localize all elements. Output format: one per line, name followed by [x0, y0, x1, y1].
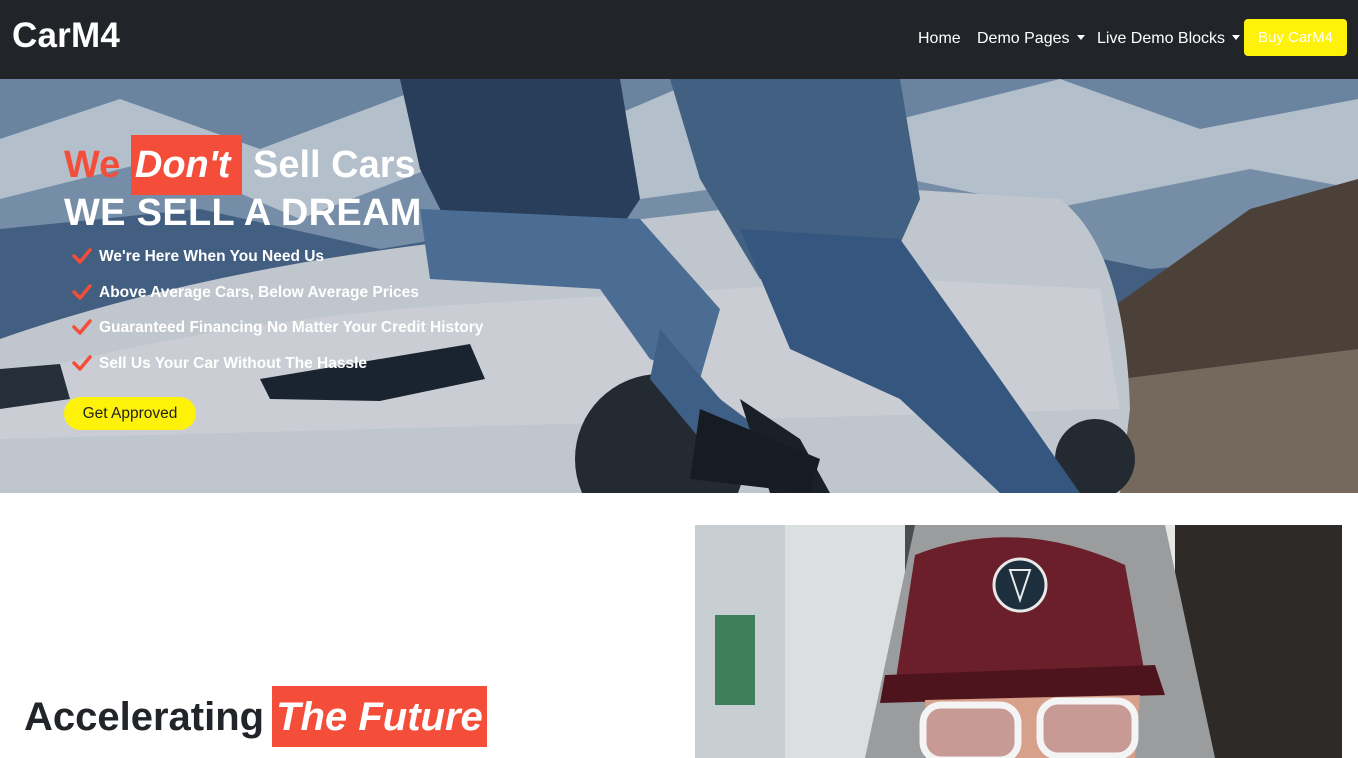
portrait-illustration [695, 525, 1342, 758]
nav-link-demo-pages-label: Demo Pages [977, 30, 1070, 47]
list-item: Guaranteed Financing No Matter Your Cred… [64, 316, 483, 352]
feature-text: We're Here When You Need Us [99, 248, 325, 265]
check-icon [72, 319, 92, 335]
hero-title-highlight: Don't [130, 135, 243, 195]
section-heading: Accelerating The Future [24, 686, 487, 748]
list-item: Above Average Cars, Below Average Prices [64, 281, 483, 317]
hero-title: We Don't Sell Cars [64, 135, 483, 195]
feature-text: Guaranteed Financing No Matter Your Cred… [99, 319, 484, 336]
check-icon [72, 248, 92, 264]
chevron-down-icon [1232, 35, 1241, 40]
feature-text: Above Average Cars, Below Average Prices [99, 283, 419, 301]
hero-subtitle: WE SELL A DREAM [64, 192, 422, 234]
section-heading-text: Accelerating [24, 695, 265, 739]
list-item: We're Here When You Need Us [64, 245, 483, 281]
navbar: CarM4 Home Demo Pages Live Demo Blocks B… [0, 0, 1358, 79]
check-icon [72, 354, 92, 371]
hero-section: We Don't Sell Cars WE SELL A DREAM We're… [0, 79, 1358, 493]
get-approved-button[interactable]: Get Approved [64, 397, 196, 430]
hero-title-rest: Sell Cars [253, 144, 416, 186]
nav-link-live-demo-blocks[interactable]: Live Demo Blocks [1097, 30, 1241, 48]
portrait-image [695, 525, 1342, 758]
feature-text: Sell Us Your Car Without The Hassle [99, 354, 368, 372]
nav-link-home[interactable]: Home [918, 30, 961, 48]
list-item: Sell Us Your Car Without The Hassle [64, 352, 483, 388]
hero-content: We Don't Sell Cars WE SELL A DREAM We're… [64, 135, 483, 387]
buy-carm4-button[interactable]: Buy CarM4 [1244, 19, 1347, 56]
brand-logo[interactable]: CarM4 [12, 16, 120, 56]
section-heading-highlight: The Future [272, 686, 487, 747]
feature-list: We're Here When You Need Us Above Averag… [64, 245, 483, 387]
hero-title-we: We [64, 144, 121, 186]
nav-link-live-demo-blocks-label: Live Demo Blocks [1097, 30, 1226, 47]
check-icon [72, 283, 92, 300]
nav-link-home-label: Home [918, 30, 961, 47]
nav-link-demo-pages[interactable]: Demo Pages [977, 30, 1085, 48]
chevron-down-icon [1076, 35, 1085, 40]
